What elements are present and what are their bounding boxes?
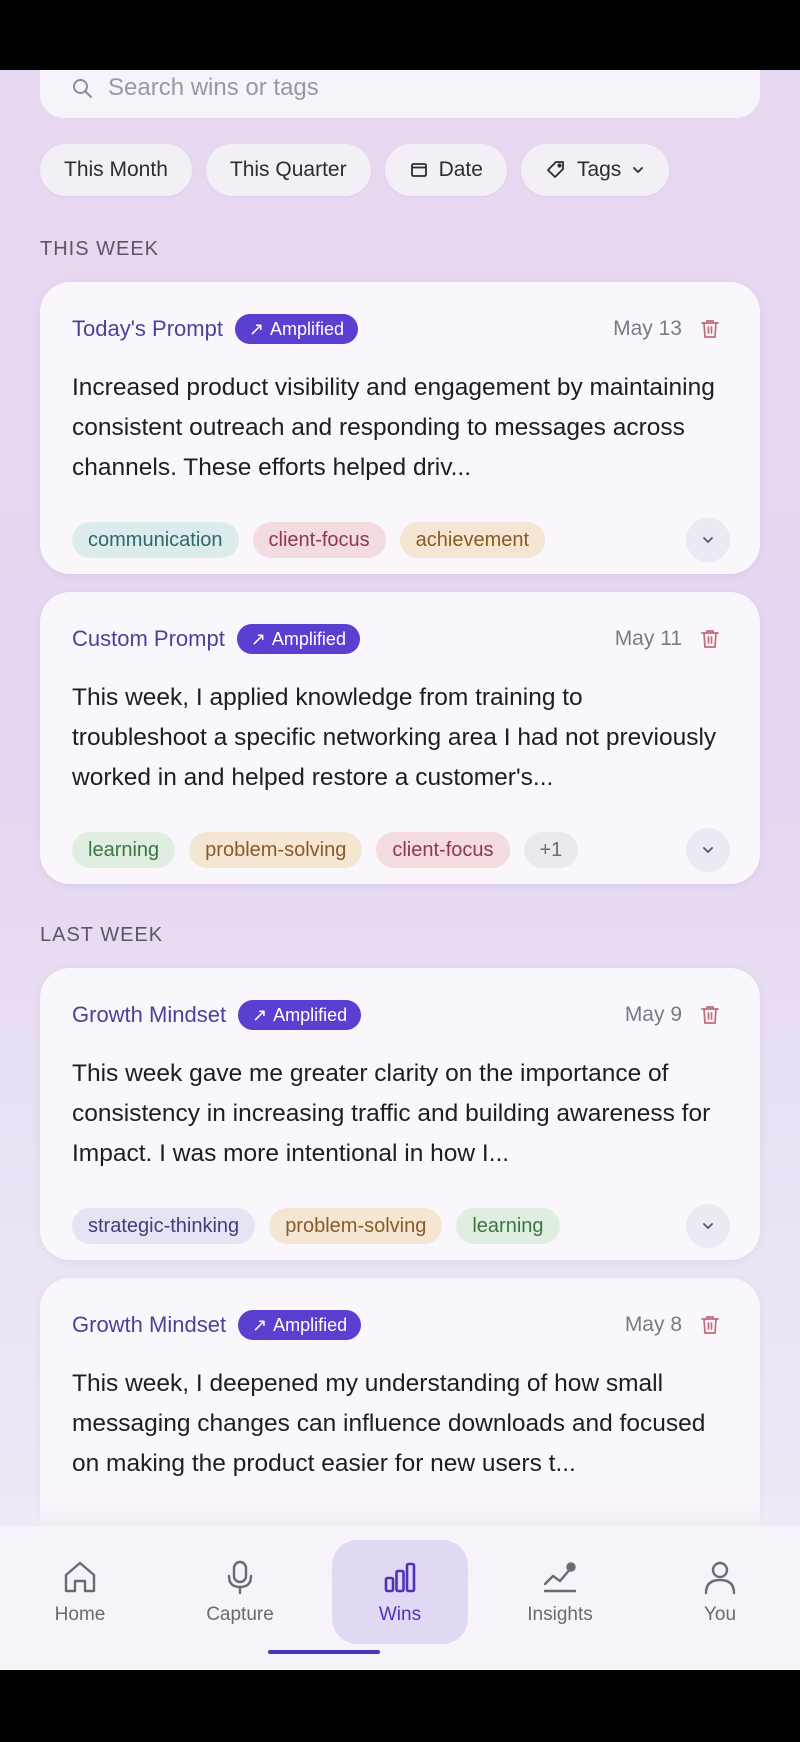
filter-tags[interactable]: Tags bbox=[520, 144, 670, 196]
nav-label: You bbox=[703, 1604, 737, 1625]
filter-bar: This Month This Quarter Date Tags bbox=[40, 144, 670, 196]
tag-chip[interactable]: client-focus bbox=[376, 832, 510, 868]
nav-label: Insights bbox=[527, 1604, 593, 1625]
nav-insights[interactable]: Insights bbox=[492, 1540, 628, 1644]
arrow-up-right-icon: ↗ bbox=[252, 1004, 268, 1025]
card-header: Growth Mindset ↗ Amplified May 8 bbox=[72, 1308, 720, 1342]
win-date: May 11 bbox=[614, 627, 682, 650]
section-label-this-week: THIS WEEK bbox=[40, 238, 160, 260]
card-header: Today's Prompt ↗ Amplified May 13 bbox=[72, 312, 720, 346]
win-text: This week, I applied knowledge from trai… bbox=[72, 684, 717, 791]
filter-label: This Month bbox=[64, 158, 168, 181]
badge-label: Amplified bbox=[273, 1004, 348, 1025]
prompt-type: Custom Prompt bbox=[72, 626, 225, 651]
search-bar[interactable]: Search wins or tags bbox=[40, 70, 760, 118]
tag-list: learning problem-solving client-focus +1 bbox=[72, 832, 579, 868]
prompt-type: Growth Mindset bbox=[72, 1002, 227, 1027]
arrow-up-right-icon: ↗ bbox=[250, 628, 266, 649]
trash-icon bbox=[701, 1006, 719, 1024]
chevron-down-icon bbox=[703, 1223, 713, 1230]
expand-button[interactable] bbox=[686, 518, 730, 562]
tag-chip[interactable]: learning bbox=[456, 1208, 560, 1244]
amplified-badge: ↗ Amplified bbox=[236, 624, 360, 654]
chevron-down-icon bbox=[703, 537, 713, 544]
section-label-last-week: LAST WEEK bbox=[40, 924, 164, 946]
nav-wins[interactable]: Wins bbox=[332, 1540, 468, 1644]
win-card[interactable]: Growth Mindset ↗ Amplified May 9 This we… bbox=[40, 968, 760, 1260]
bar-chart-icon bbox=[384, 1562, 416, 1593]
search-icon bbox=[73, 79, 92, 98]
chevron-down-icon bbox=[633, 167, 644, 174]
tag-chip[interactable]: client-focus bbox=[252, 522, 386, 558]
nav-you[interactable]: You bbox=[652, 1540, 788, 1644]
card-header: Growth Mindset ↗ Amplified May 9 bbox=[72, 998, 720, 1032]
win-text: Increased product visibility and engagem… bbox=[72, 374, 715, 481]
trash-icon bbox=[701, 630, 719, 648]
win-text: This week gave me greater clarity on the… bbox=[72, 1060, 711, 1167]
filter-label: This Quarter bbox=[229, 158, 347, 181]
microphone-icon bbox=[227, 1560, 253, 1595]
home-icon bbox=[64, 1561, 96, 1593]
win-card[interactable]: Custom Prompt ↗ Amplified May 11 This we… bbox=[40, 592, 760, 884]
tag-chip[interactable]: problem-solving bbox=[269, 1208, 443, 1244]
search-input[interactable]: Search wins or tags bbox=[108, 74, 319, 102]
filter-label: Date bbox=[438, 158, 483, 181]
trash-icon bbox=[701, 320, 719, 338]
tag-list: communication client-focus achievement bbox=[72, 522, 546, 558]
amplified-badge: ↗ Amplified bbox=[238, 1310, 362, 1340]
delete-button[interactable] bbox=[700, 628, 720, 650]
prompt-type: Growth Mindset bbox=[72, 1312, 227, 1337]
active-tab-indicator bbox=[268, 1650, 380, 1654]
badge-label: Amplified bbox=[270, 318, 345, 339]
card-header: Custom Prompt ↗ Amplified May 11 bbox=[72, 622, 720, 656]
arrow-up-right-icon: ↗ bbox=[252, 1314, 268, 1335]
delete-button[interactable] bbox=[700, 1004, 720, 1026]
calendar-icon bbox=[410, 163, 427, 177]
expand-button[interactable] bbox=[686, 828, 730, 872]
badge-label: Amplified bbox=[273, 1314, 348, 1335]
filter-date[interactable]: Date bbox=[384, 144, 507, 196]
win-date: May 9 bbox=[624, 1003, 682, 1026]
filter-this-quarter[interactable]: This Quarter bbox=[205, 144, 371, 196]
tag-chip[interactable]: problem-solving bbox=[189, 832, 363, 868]
win-date: May 13 bbox=[613, 317, 682, 340]
nav-label: Home bbox=[54, 1604, 106, 1625]
nav-label: Capture bbox=[206, 1604, 274, 1625]
tag-list: strategic-thinking problem-solving learn… bbox=[72, 1208, 560, 1244]
bottom-nav: Home Capture Wins Insights You bbox=[0, 1526, 800, 1670]
expand-button[interactable] bbox=[686, 1204, 730, 1248]
prompt-type: Today's Prompt bbox=[72, 316, 223, 341]
badge-label: Amplified bbox=[271, 628, 346, 649]
win-card[interactable]: Today's Prompt ↗ Amplified May 13 Increa… bbox=[40, 282, 760, 574]
trash-icon bbox=[701, 1316, 719, 1334]
tag-chip[interactable]: achievement bbox=[399, 522, 546, 558]
delete-button[interactable] bbox=[700, 1314, 720, 1336]
tag-icon bbox=[547, 161, 564, 178]
win-date: May 8 bbox=[624, 1313, 682, 1336]
nav-label: Wins bbox=[378, 1604, 422, 1625]
filter-label: Tags bbox=[576, 158, 622, 181]
more-tags-chip[interactable]: +1 bbox=[523, 832, 579, 868]
tag-chip[interactable]: learning bbox=[72, 832, 176, 868]
filter-this-month[interactable]: This Month bbox=[40, 144, 192, 196]
tag-chip[interactable]: communication bbox=[72, 522, 239, 558]
insights-icon bbox=[543, 1562, 577, 1593]
amplified-badge: ↗ Amplified bbox=[238, 1000, 362, 1030]
user-icon bbox=[704, 1561, 736, 1595]
nav-home[interactable]: Home bbox=[12, 1540, 148, 1644]
amplified-badge: ↗ Amplified bbox=[234, 314, 359, 344]
arrow-up-right-icon: ↗ bbox=[248, 318, 265, 339]
chevron-down-icon bbox=[703, 847, 713, 854]
delete-button[interactable] bbox=[700, 318, 720, 340]
win-text: This week, I deepened my understanding o… bbox=[72, 1370, 706, 1477]
wins-screen: Search wins or tags This Month This Quar… bbox=[0, 70, 800, 1670]
nav-capture[interactable]: Capture bbox=[172, 1540, 308, 1644]
scroll-fade bbox=[0, 1490, 800, 1530]
tag-chip[interactable]: strategic-thinking bbox=[72, 1208, 256, 1244]
